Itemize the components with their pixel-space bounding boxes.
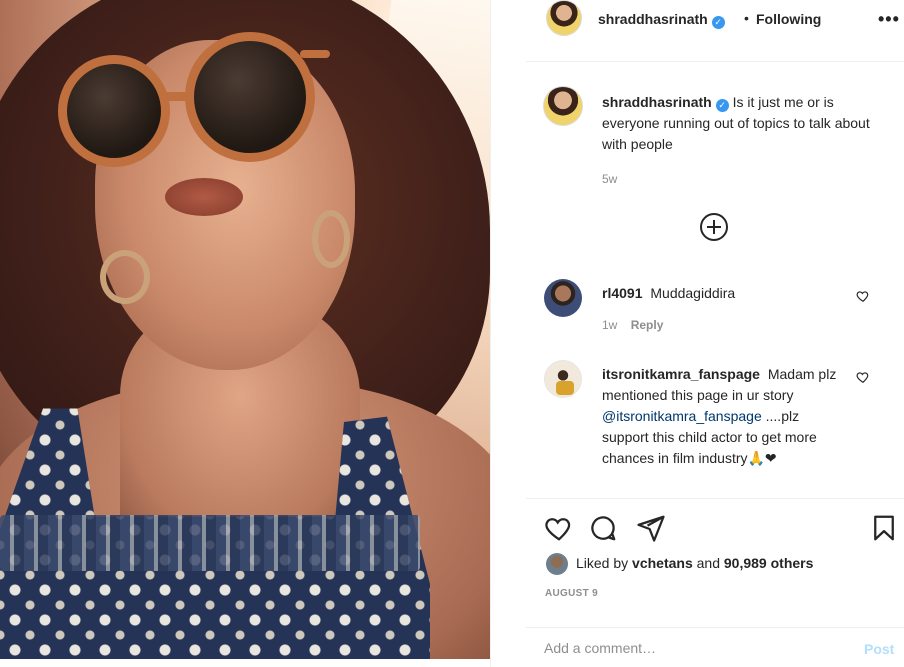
liker-username[interactable]: vchetans [632, 555, 693, 571]
post-side-panel: shraddhasrinath ✓ • Following ••• shraddh… [526, 0, 904, 667]
caption-avatar[interactable] [543, 86, 583, 126]
bookmark-icon[interactable] [869, 513, 899, 543]
heart-icon[interactable] [544, 513, 574, 543]
photo-lips [165, 178, 243, 216]
post-comment-button[interactable]: Post [864, 641, 894, 657]
comment-like-heart-icon[interactable] [856, 370, 870, 384]
earring-left [100, 250, 150, 304]
verified-badge-icon: ✓ [715, 99, 729, 112]
comment-meta: 1w Reply [602, 318, 663, 332]
likes-prefix: Liked by [576, 555, 629, 571]
plus-circle-icon[interactable] [700, 213, 728, 241]
commenter-avatar[interactable] [544, 279, 582, 317]
verified-badge-icon: ✓ [711, 16, 725, 29]
panel-divider [490, 0, 491, 667]
commenter-username[interactable]: rl4091 [602, 285, 642, 301]
photo-dress-ruffle [0, 515, 420, 571]
add-comment-input[interactable] [544, 640, 834, 656]
comment-bubble-icon[interactable] [588, 513, 618, 543]
earring-right [312, 210, 350, 268]
comment-body: rl4091 Muddagiddira [602, 283, 842, 304]
liker-avatar[interactable] [546, 553, 568, 575]
reply-button[interactable]: Reply [631, 318, 664, 332]
post-header: shraddhasrinath ✓ • Following ••• [526, 0, 904, 62]
likes-others-link[interactable]: 90,989 others [724, 555, 814, 571]
following-button[interactable]: Following [756, 11, 821, 27]
sunglasses-right-lens [185, 32, 315, 162]
post-photo[interactable] [0, 0, 490, 659]
caption-username[interactable]: shraddhasrinath [602, 94, 712, 110]
sunglasses-left-lens [58, 55, 170, 167]
commenter-username[interactable]: itsronitkamra_fanspage [602, 366, 760, 382]
owner-avatar[interactable] [546, 0, 582, 36]
sunglasses-bridge [160, 92, 194, 101]
comment-mention-link[interactable]: @itsronitkamra_fanspage [602, 408, 762, 424]
post-action-bar [526, 498, 904, 554]
more-options-icon[interactable]: ••• [878, 9, 900, 30]
owner-username[interactable]: shraddhasrinath ✓ [598, 11, 725, 29]
comment-body: itsronitkamra_fanspage Madam plz mention… [602, 364, 842, 469]
header-separator: • [744, 10, 749, 26]
owner-username-text[interactable]: shraddhasrinath [598, 11, 708, 27]
comment-like-heart-icon[interactable] [856, 289, 870, 303]
add-comment-bar: Post [526, 627, 904, 667]
sunglasses-temple [300, 50, 330, 58]
comment-timestamp[interactable]: 1w [602, 318, 617, 332]
likes-middle: and [696, 555, 720, 571]
caption-timestamp[interactable]: 5w [602, 172, 617, 186]
caption-text-block: shraddhasrinath ✓ Is it just me or is eve… [602, 92, 872, 155]
paper-plane-icon[interactable] [636, 513, 666, 543]
post-date[interactable]: AUGUST 9 [545, 588, 598, 599]
comment-text: Muddagiddira [650, 285, 736, 301]
commenter-avatar[interactable] [544, 360, 582, 398]
likes-text: Liked by vchetans and 90,989 others [576, 555, 813, 571]
